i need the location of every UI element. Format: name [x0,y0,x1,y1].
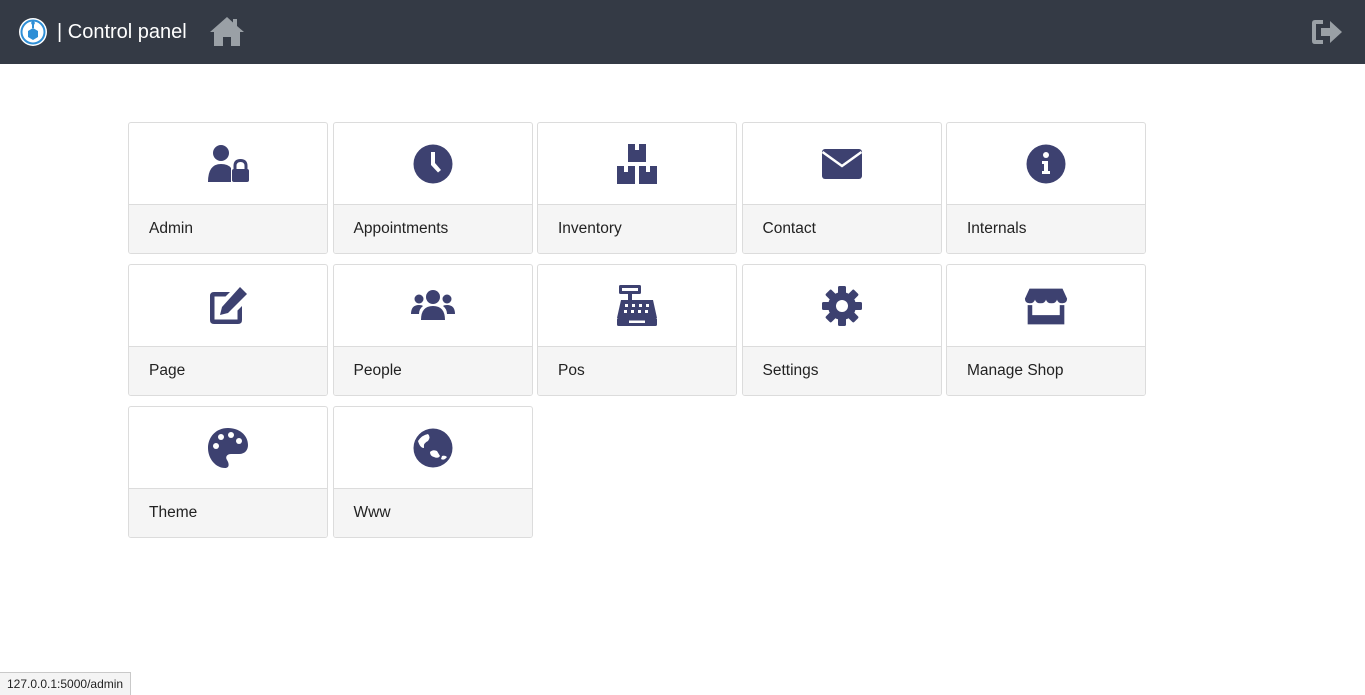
info-circle-icon [1026,144,1066,183]
globe-icon [413,428,452,467]
tile-theme[interactable]: Theme [128,406,328,538]
tile-label: Www [333,489,532,537]
tile-label: Settings [742,347,941,395]
tile-admin[interactable]: Admin [128,122,328,254]
users-icon [410,289,455,320]
tile-label: Admin [129,205,327,253]
cash-register-icon [617,284,657,326]
tile-pos[interactable]: Pos [537,264,737,396]
tile-label: Page [129,347,327,395]
palette-icon [208,427,248,468]
app-logo-icon[interactable] [18,17,48,47]
edit-icon [210,286,247,324]
store-icon [1024,288,1068,324]
page-title: | Control panel [57,21,187,43]
user-lock-icon [208,144,249,182]
tile-label: Manage Shop [947,347,1145,395]
tile-label: Internals [947,205,1145,253]
tile-appointments[interactable]: Appointments [332,122,533,254]
app-tile-grid: Admin Appointments Inventory Contact Int… [128,122,1148,538]
tile-label: Pos [538,347,736,395]
sign-out-icon[interactable] [1309,16,1345,48]
boxes-icon [617,143,657,184]
tile-label: Theme [129,489,327,537]
tile-contact[interactable]: Contact [741,122,942,254]
tile-www[interactable]: Www [332,406,533,538]
tile-label: Appointments [333,205,532,253]
clock-icon [413,144,452,183]
tile-page[interactable]: Page [128,264,328,396]
home-icon[interactable] [208,14,246,48]
tile-inventory[interactable]: Inventory [537,122,737,254]
top-navbar: | Control panel [0,0,1365,64]
tile-settings[interactable]: Settings [741,264,942,396]
tile-internals[interactable]: Internals [946,122,1146,254]
tile-label: Inventory [538,205,736,253]
tile-people[interactable]: People [332,264,533,396]
envelope-icon [821,148,862,179]
cog-icon [821,285,862,326]
tile-manage-shop[interactable]: Manage Shop [946,264,1146,396]
status-url-bar: 127.0.0.1:5000/admin [0,672,132,695]
tile-label: Contact [742,205,941,253]
tile-label: People [333,347,532,395]
